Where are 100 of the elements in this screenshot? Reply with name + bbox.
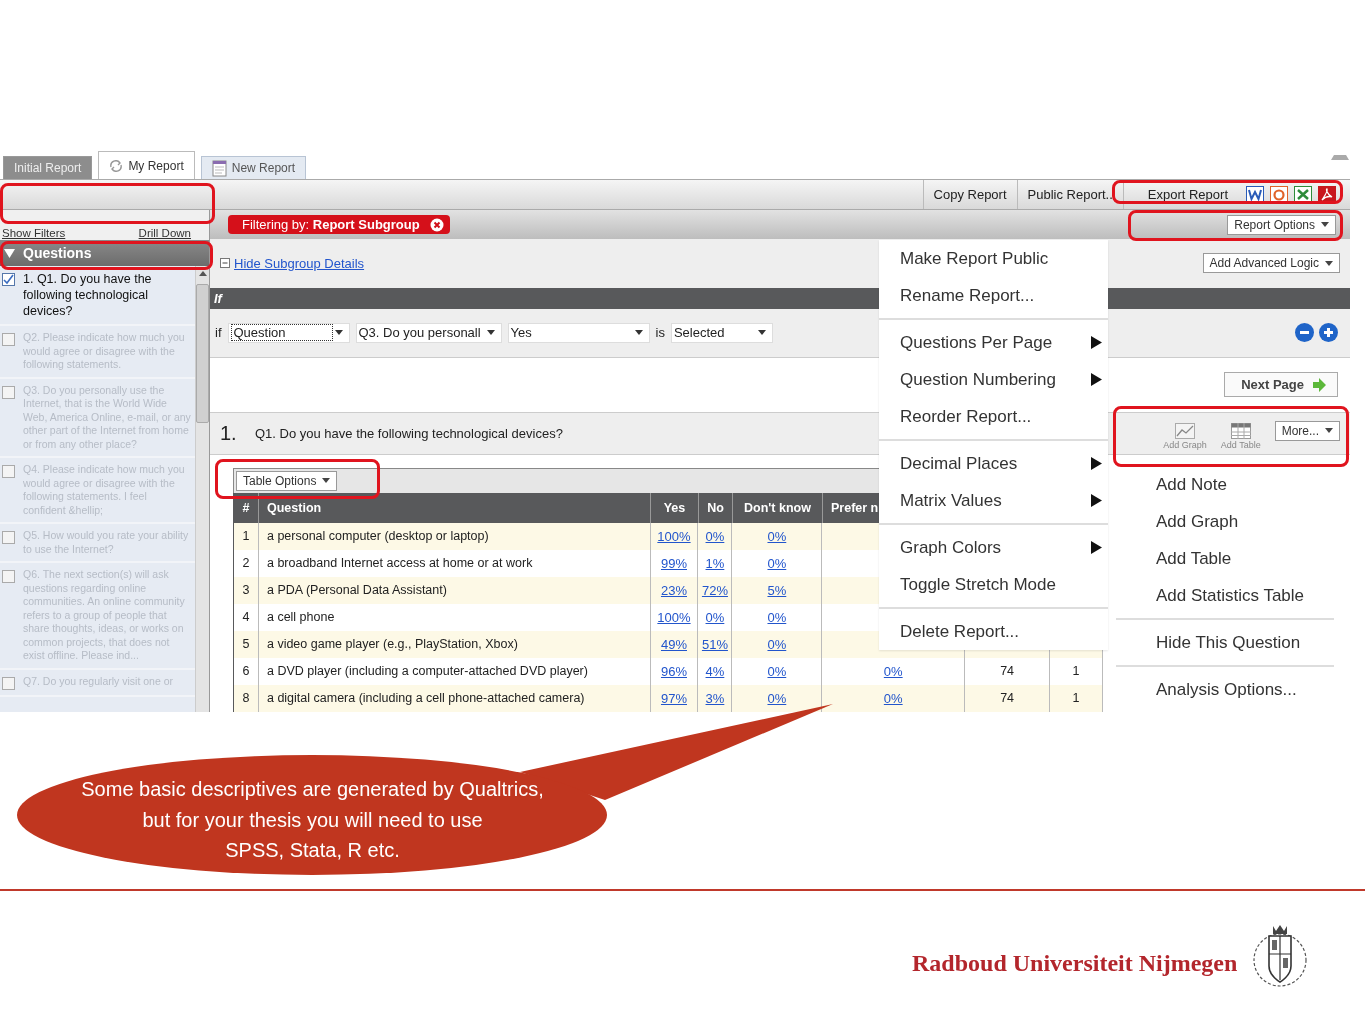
column-header: Don't know [733,493,823,523]
menu-item[interactable]: Rename Report... [879,277,1108,314]
more-dropdown[interactable]: More... [1274,420,1340,441]
scrollbar[interactable] [195,266,209,712]
menu-item[interactable]: Add Table [1116,540,1334,577]
menu-item[interactable]: Graph Colors [879,529,1108,566]
menu-item[interactable]: Add Graph [1116,503,1334,540]
report-tab[interactable]: New Report [200,156,307,179]
percentage-link[interactable]: 5% [767,583,787,598]
menu-item[interactable]: Questions Per Page [879,324,1108,361]
condition-select[interactable]: Question [227,322,350,343]
pdf-icon[interactable] [1318,186,1336,203]
percentage-link[interactable]: 49% [660,637,687,652]
menu-item[interactable]: Add Statistics Table [1116,577,1334,614]
menu-item[interactable]: Toggle Stretch Mode [879,566,1108,603]
percentage-link[interactable]: 0% [767,556,787,571]
table-cell: 8 [242,691,250,706]
menu-item[interactable]: Delete Report... [879,613,1108,650]
percentage-link[interactable]: 96% [660,664,687,679]
percentage-link[interactable]: 100% [657,529,691,544]
table-icon [1230,423,1251,440]
scroll-thumb[interactable] [196,284,209,423]
table-cell: 74 [1000,664,1015,679]
hide-subgroup-link[interactable]: Hide Subgroup Details [234,255,365,271]
percentage-link[interactable]: 100% [657,610,691,625]
callout-text: Some basic descriptives are generated by Qualtrics, but for your thesis you will need to use SPSS, Stata, R etc. [80,777,545,863]
checkbox[interactable] [2,385,15,399]
table-cell: 1 [242,529,250,544]
percentage-link[interactable]: 1% [705,556,725,571]
menu-item[interactable]: Question Numbering [879,361,1108,398]
word-document-icon[interactable] [1246,186,1264,203]
table-cell: a personal computer (desktop or laptop) [266,529,489,544]
menu-item[interactable]: Analysis Options... [1116,671,1334,708]
spreadsheet-icon[interactable] [1294,186,1312,203]
checkbox[interactable] [2,531,15,544]
sidebar-link[interactable]: Drill Down [138,227,191,240]
toolbar-button[interactable]: Public Report.. [1016,180,1123,209]
percentage-link[interactable]: 0% [767,691,787,706]
chart-icon [1175,423,1195,440]
menu-item[interactable]: Add Note [1116,466,1334,503]
table-cell: a DVD player (including a computer-attached DVD player) [266,664,588,679]
table-cell: 1 [1072,664,1080,679]
percentage-link[interactable]: 0% [883,664,903,679]
percentage-link[interactable]: 0% [767,529,787,544]
scroll-up-icon[interactable] [198,270,207,276]
checkbox[interactable] [2,676,15,690]
menu-item[interactable]: Decimal Places [879,445,1108,482]
slides-icon[interactable] [1270,186,1288,203]
window-control-icon[interactable] [1330,153,1350,161]
collapse-triangle-icon[interactable] [4,248,15,258]
caret-icon [757,330,766,336]
percentage-link[interactable]: 23% [660,583,687,598]
menu-item[interactable]: Reorder Report... [879,398,1108,435]
percentage-link[interactable]: 4% [705,664,725,679]
table-options-dropdown[interactable]: Table Options [236,471,338,491]
percentage-link[interactable]: 0% [883,691,903,706]
university-name: Radboud Universiteit Nijmegen [912,949,1238,977]
report-tab[interactable]: My Report [98,151,195,179]
collapse-icon[interactable] [220,258,230,269]
close-icon[interactable] [429,217,444,232]
table-cell: 1 [1072,691,1080,706]
question-number: 1. [220,422,238,446]
percentage-link[interactable]: 3% [705,691,725,706]
sidebar-link[interactable]: Show Filters [2,227,66,240]
checkbox[interactable] [2,465,15,478]
toolbar-button[interactable]: Copy Report [922,180,1017,209]
table-cell: 2 [242,556,250,571]
table-cell: a cell phone [266,610,335,625]
advanced-logic-dropdown[interactable]: Add Advanced Logic [1202,253,1340,274]
table-cell: a broadband Internet access at home or at work [266,556,533,571]
caret-icon [334,330,343,336]
checkbox[interactable] [2,333,15,346]
percentage-link[interactable]: 99% [660,556,687,571]
percentage-link[interactable]: 0% [705,610,725,625]
percentage-link[interactable]: 0% [767,664,787,679]
percentage-link[interactable]: 97% [660,691,687,706]
condition-select[interactable]: Yes [507,322,650,343]
column-header: No [699,493,733,523]
percentage-link[interactable]: 51% [701,637,728,652]
table-cell: a video game player (e.g., PlayStation, Xbox) [266,637,518,652]
plus-icon[interactable] [1319,323,1338,343]
report-options-dropdown[interactable]: Report Options [1227,214,1336,235]
condition-select[interactable]: Selected [670,322,773,343]
menu-item[interactable]: Hide This Question [1116,624,1334,661]
filter-badge[interactable]: Filtering by: Report Subgroup [228,215,450,235]
export-button[interactable]: Export Report [1122,180,1240,209]
table-cell: 3 [242,583,250,598]
checkbox[interactable] [2,570,15,583]
percentage-link[interactable]: 0% [705,529,725,544]
next-page-button[interactable]: Next Page [1224,372,1338,398]
table-cell: 5 [242,637,250,652]
percentage-link[interactable]: 0% [767,637,787,652]
percentage-link[interactable]: 72% [701,583,728,598]
percentage-link[interactable]: 0% [767,610,787,625]
questions-header[interactable]: Questions [0,240,209,266]
menu-item[interactable]: Make Report Public [879,240,1108,277]
caret-icon [322,478,331,484]
condition-select[interactable]: Q3. Do you personall [355,322,502,343]
checkbox[interactable] [2,273,15,286]
minus-icon[interactable] [1295,323,1314,343]
